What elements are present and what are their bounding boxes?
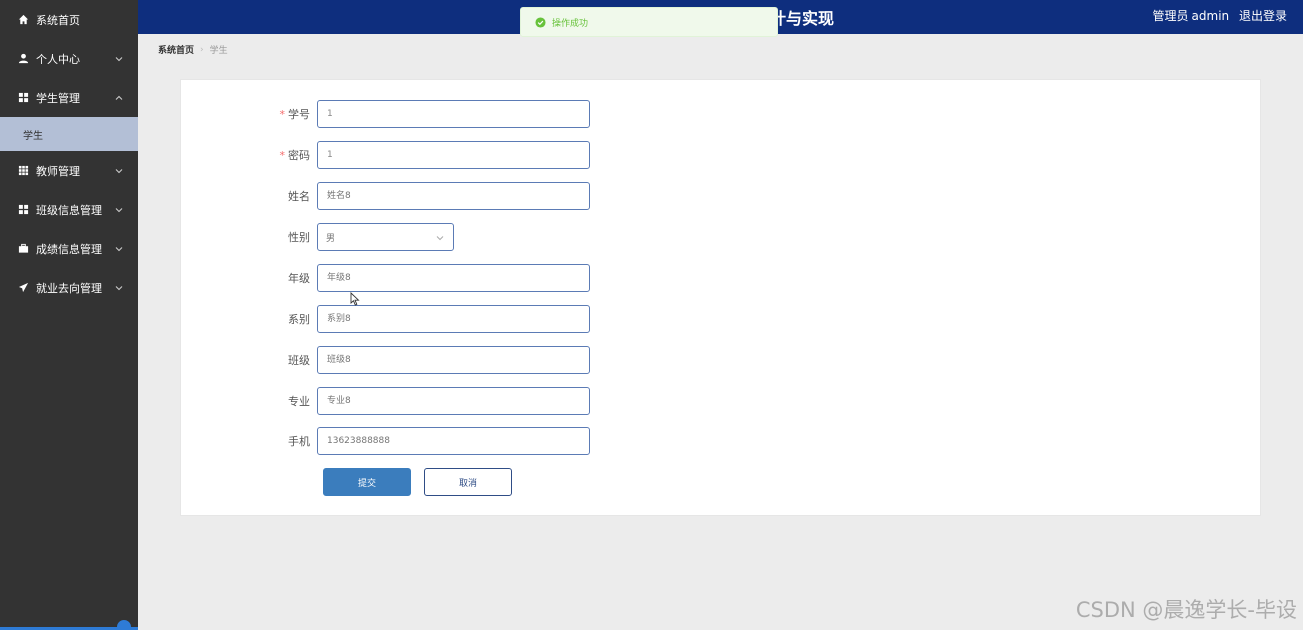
send-icon — [17, 282, 29, 294]
field-label: * 学号 — [279, 108, 311, 121]
class-input[interactable] — [317, 346, 590, 374]
required-mark: * — [279, 108, 286, 121]
sidebar-item-score-mgmt[interactable]: 成绩信息管理 — [0, 229, 138, 268]
form-row-gender: 性别 男 — [181, 223, 454, 251]
table-icon — [17, 165, 29, 177]
form-row-grade: 年级 — [181, 264, 590, 292]
briefcase-icon — [17, 243, 29, 255]
chevron-down-icon — [115, 246, 123, 251]
password-input[interactable] — [317, 141, 590, 169]
sidebar-item-label: 班级信息管理 — [36, 203, 102, 217]
sidebar-item-label: 系统首页 — [36, 13, 80, 27]
submit-button[interactable]: 提交 — [323, 468, 411, 496]
grid-icon — [17, 92, 29, 104]
phone-input[interactable] — [317, 427, 590, 455]
sidebar-item-teacher-mgmt[interactable]: 教师管理 — [0, 151, 138, 190]
form-row-password: * 密码 — [181, 141, 590, 169]
header-user-area: 管理员 admin 退出登录 — [1147, 7, 1287, 24]
field-label: 专业 — [288, 395, 310, 408]
breadcrumb: 系统首页 › 学生 — [158, 43, 228, 57]
sidebar-item-student-mgmt[interactable]: 学生管理 — [0, 78, 138, 117]
form-row-class: 班级 — [181, 346, 590, 374]
grade-input[interactable] — [317, 264, 590, 292]
chevron-up-icon — [115, 95, 123, 100]
mouse-cursor-icon — [350, 292, 360, 306]
student-id-input[interactable] — [317, 100, 590, 128]
sidebar-item-label: 就业去向管理 — [36, 281, 102, 295]
form-card: *学号 *密码 姓名 性别 男 年级 系别 班级 专业 手机 提交 取消 — [180, 79, 1261, 516]
sidebar-item-class-mgmt[interactable]: 班级信息管理 — [0, 190, 138, 229]
sidebar-item-home[interactable]: 系统首页 — [0, 0, 138, 39]
sidebar-item-label: 个人中心 — [36, 52, 80, 66]
sidebar-subitem-student[interactable]: 学生 — [0, 117, 138, 151]
name-input[interactable] — [317, 182, 590, 210]
watermark: CSDN @晨逸学长-毕设 — [1075, 598, 1297, 622]
form-row-major: 专业 — [181, 387, 590, 415]
app-title: 计与实现 — [770, 9, 835, 28]
check-circle-icon — [535, 16, 546, 28]
sidebar-item-label: 学生管理 — [36, 91, 80, 105]
username: admin — [1191, 9, 1230, 23]
user-role: 管理员 — [1152, 9, 1189, 23]
field-label: 班级 — [288, 354, 310, 367]
chevron-down-icon — [115, 285, 123, 290]
breadcrumb-home[interactable]: 系统首页 — [158, 43, 194, 56]
breadcrumb-separator: › — [200, 44, 204, 55]
grid-icon — [17, 204, 29, 216]
sidebar-item-label: 教师管理 — [36, 164, 80, 178]
field-label: 姓名 — [288, 190, 310, 203]
field-label: 手机 — [288, 435, 310, 448]
major-input[interactable] — [317, 387, 590, 415]
sidebar-item-personal[interactable]: 个人中心 — [0, 39, 138, 78]
field-label: 性别 — [288, 231, 310, 244]
gender-select[interactable]: 男 — [317, 223, 454, 251]
success-toast: 操作成功 — [520, 7, 778, 37]
chevron-down-icon — [115, 56, 123, 61]
department-input[interactable] — [317, 305, 590, 333]
user-icon — [17, 53, 29, 65]
chevron-down-icon — [436, 236, 444, 241]
sidebar-item-label: 成绩信息管理 — [36, 242, 102, 256]
logout-link[interactable]: 退出登录 — [1239, 9, 1287, 23]
chevron-down-icon — [115, 207, 123, 212]
floating-dot[interactable] — [117, 620, 131, 630]
form-row-phone: 手机 — [181, 427, 590, 455]
form-row-department: 系别 — [181, 305, 590, 333]
sidebar-subitem-label: 学生 — [23, 130, 43, 142]
home-icon — [17, 14, 29, 26]
field-label: 系别 — [288, 313, 310, 326]
chevron-down-icon — [115, 168, 123, 173]
gender-select-value: 男 — [326, 233, 336, 244]
breadcrumb-current: 学生 — [209, 46, 228, 56]
required-mark: * — [279, 149, 286, 162]
form-row-student-id: * 学号 — [181, 100, 590, 128]
field-label: * 密码 — [279, 149, 311, 162]
toast-message: 操作成功 — [552, 18, 589, 29]
sidebar: 系统首页 个人中心 学生管理 学生 教师管理 班级信息管理 成绩信息管理 就业去… — [0, 0, 138, 630]
sidebar-item-employment-mgmt[interactable]: 就业去向管理 — [0, 268, 138, 307]
cancel-button[interactable]: 取消 — [424, 468, 512, 496]
field-label: 年级 — [288, 272, 310, 285]
form-row-name: 姓名 — [181, 182, 590, 210]
